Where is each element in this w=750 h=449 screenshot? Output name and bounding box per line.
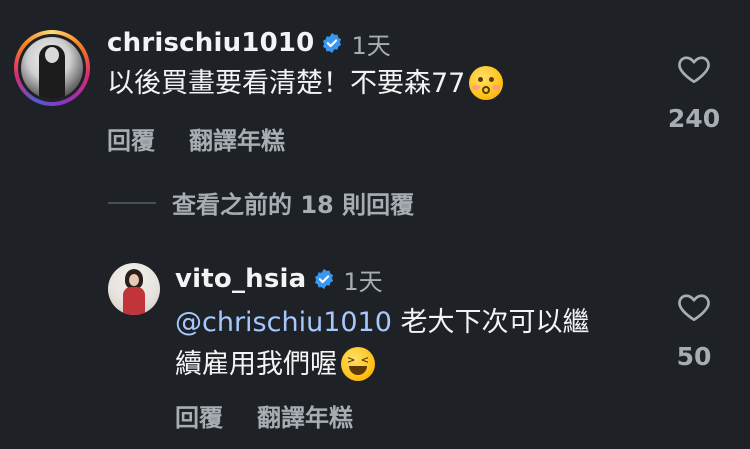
avatar	[21, 37, 83, 99]
reply-button[interactable]: 回覆	[175, 398, 223, 433]
avatar[interactable]	[108, 263, 160, 315]
verified-badge-icon	[323, 32, 342, 54]
comment-timestamp: 1天	[351, 31, 391, 60]
view-previous-replies[interactable]: 查看之前的 18 則回覆	[108, 185, 414, 220]
view-previous-replies-label[interactable]: 查看之前的 18 則回覆	[172, 185, 414, 220]
kissing-face-icon	[469, 65, 504, 100]
grinning-squinting-face-icon: > <	[341, 346, 375, 381]
comment-username[interactable]: chrischiu1010	[107, 28, 314, 58]
comment-text: 以後買畫要看清楚！不要森77	[107, 63, 504, 105]
avatar-story-ring[interactable]	[14, 30, 90, 106]
heart-icon[interactable]	[676, 51, 712, 87]
like-count: 240	[667, 104, 721, 133]
like-count: 50	[676, 342, 712, 371]
divider	[108, 201, 156, 204]
reply-button[interactable]: 回覆	[107, 121, 155, 156]
reply-timestamp: 1天	[343, 267, 383, 296]
comment: chrischiu1010 1天 以後買畫要看清楚！不要森77 回覆 翻譯年糕 …	[0, 0, 750, 170]
translate-button[interactable]: 翻譯年糕	[257, 398, 353, 433]
reply: vito_hsia 1天 @chrischiu1010 老大下次可以繼 續雇用我…	[0, 250, 750, 449]
reply-username[interactable]: vito_hsia	[175, 264, 306, 294]
reply-text: @chrischiu1010 老大下次可以繼 續雇用我們喔 > <	[175, 307, 590, 381]
translate-button[interactable]: 翻譯年糕	[189, 121, 285, 156]
heart-icon[interactable]	[676, 289, 712, 325]
mention-link[interactable]: @chrischiu1010	[175, 307, 392, 338]
verified-badge-icon	[315, 268, 334, 290]
